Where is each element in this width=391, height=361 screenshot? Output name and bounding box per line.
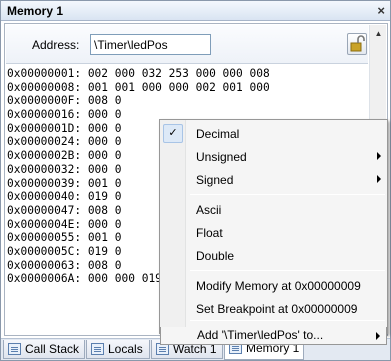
- tab-label: Call Stack: [25, 342, 80, 356]
- menu-item-label: Set Breakpoint at 0x00000009: [196, 302, 358, 316]
- menu-separator: [190, 194, 385, 195]
- address-bar: Address:: [6, 25, 368, 64]
- menu-item-float[interactable]: Float: [160, 222, 387, 244]
- menu-separator: [190, 320, 385, 321]
- menu-item-signed[interactable]: Signed: [160, 169, 387, 191]
- close-icon[interactable]: ×: [377, 1, 385, 21]
- tab-label: Locals: [108, 342, 143, 356]
- menu-item-label: Ascii: [196, 203, 222, 217]
- unlock-button[interactable]: [347, 33, 367, 55]
- unlock-icon: [350, 35, 365, 52]
- menu-item-unsigned[interactable]: Unsigned: [160, 146, 387, 168]
- memory-window: Memory 1 × Address: ▲ 0x00000001: 002 00…: [0, 0, 391, 361]
- call-stack-icon: [8, 343, 21, 355]
- memory-line: 0x00000001: 002 000 032 253 000 000 008: [7, 67, 270, 80]
- memory-line: 0x0000000F: 008 0: [7, 94, 122, 108]
- title-bar: Memory 1 ×: [1, 1, 390, 21]
- tab-call-stack[interactable]: Call Stack: [3, 340, 85, 359]
- menu-item-label: Modify Memory at 0x00000009: [196, 279, 361, 293]
- menu-item-modify-memory[interactable]: Modify Memory at 0x00000009: [160, 275, 387, 297]
- menu-item-label: Unsigned: [196, 150, 247, 164]
- address-label: Address:: [32, 38, 80, 52]
- menu-item-add-to[interactable]: Add '\Timer\ledPos' to...: [160, 327, 387, 345]
- menu-item-double[interactable]: Double: [160, 245, 387, 267]
- menu-item-ascii[interactable]: Ascii: [160, 199, 387, 221]
- menu-item-label: Signed: [196, 173, 234, 187]
- address-input[interactable]: [90, 34, 211, 55]
- menu-item-decimal[interactable]: ✓ Decimal: [160, 123, 387, 145]
- menu-separator: [190, 270, 385, 271]
- submenu-arrow-icon: [377, 175, 381, 183]
- tab-locals[interactable]: Locals: [86, 340, 150, 359]
- menu-item-label: Decimal: [196, 127, 240, 141]
- menu-item-label: Float: [196, 226, 223, 240]
- submenu-arrow-icon: [376, 332, 380, 340]
- context-menu: ✓ Decimal Unsigned Signed Ascii Float Do…: [159, 119, 388, 334]
- locals-icon: [91, 343, 104, 355]
- menu-item-label: Double: [196, 249, 235, 263]
- scroll-up-arrow-icon[interactable]: ▲: [370, 25, 387, 42]
- memory-line: 0x00000008: 001 001 000 000 002 001 000: [7, 81, 368, 95]
- memory-line-text: 0x00000008: 001 001 000 000 002 001 000: [7, 80, 270, 94]
- checkmark-icon: ✓: [163, 124, 183, 143]
- menu-item-set-breakpoint[interactable]: Set Breakpoint at 0x00000009: [160, 298, 387, 320]
- submenu-arrow-icon: [377, 152, 381, 160]
- menu-item-label: Add '\Timer\ledPos' to...: [197, 328, 324, 342]
- window-title: Memory 1: [7, 4, 64, 18]
